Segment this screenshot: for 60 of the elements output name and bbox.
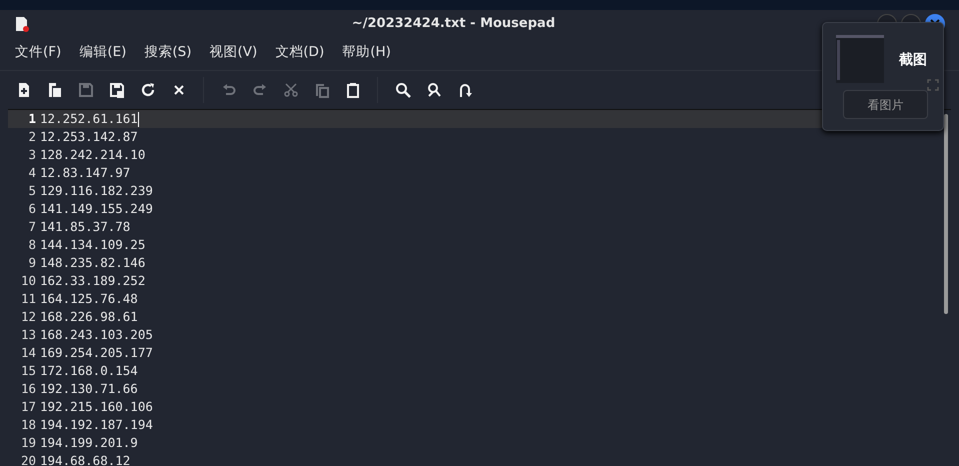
menu-item[interactable]: 搜索(S) — [135, 40, 200, 64]
text-area[interactable] — [8, 109, 951, 466]
text-line: 141.149.155.249 — [40, 200, 153, 218]
text-line: 141.85.37.78 — [40, 218, 130, 236]
line-number: 8 — [27, 236, 37, 254]
line-number: 1 — [27, 110, 37, 128]
text-line: 162.33.189.252 — [40, 272, 146, 290]
text-line: 169.254.205.177 — [40, 344, 153, 362]
text-line: 192.130.71.66 — [40, 380, 138, 398]
menu-item[interactable]: 文档(D) — [266, 40, 334, 64]
text-line: 12.253.142.87 — [40, 128, 138, 146]
menu-item[interactable]: 帮助(H) — [333, 40, 400, 64]
menu-item[interactable]: 视图(V) — [200, 40, 266, 64]
text-line: 168.243.103.205 — [40, 326, 153, 344]
text-line: 12.83.147.97 — [40, 164, 130, 182]
line-number: 6 — [27, 200, 37, 218]
copy-icon — [314, 82, 330, 98]
documents-icon — [46, 82, 62, 98]
line-number: 9 — [27, 254, 37, 272]
line-number: 18 — [20, 416, 37, 434]
find-replace-icon — [426, 82, 442, 98]
text-line: 192.215.160.106 — [40, 398, 153, 416]
view-image-button[interactable]: 看图片 — [843, 90, 928, 119]
text-line: 172.168.0.154 — [40, 362, 138, 380]
text-line: 194.192.187.194 — [40, 416, 153, 434]
line-number: 13 — [20, 326, 37, 344]
line-number: 17 — [20, 398, 37, 416]
line-number: 10 — [20, 272, 37, 290]
line-number: 11 — [20, 290, 37, 308]
text-line: 128.242.214.10 — [40, 146, 146, 164]
menu-item[interactable]: 文件(F) — [6, 40, 70, 64]
window-title: ~/20232424.txt - Mousepad — [350, 15, 556, 34]
text-line: 144.134.109.25 — [40, 236, 146, 254]
line-number: 5 — [27, 182, 37, 200]
line-number: 16 — [20, 380, 37, 398]
line-number: 14 — [20, 344, 37, 362]
text-cursor — [138, 112, 139, 127]
line-number: 15 — [20, 362, 37, 380]
popup-title: 截图 — [899, 51, 927, 70]
line-number: 3 — [27, 146, 37, 164]
line-number: 2 — [27, 128, 37, 146]
reload-icon — [140, 82, 156, 98]
line-number: 12 — [20, 308, 37, 326]
menu-item[interactable]: 编辑(E) — [70, 40, 136, 64]
text-line: 148.235.82.146 — [40, 254, 146, 272]
text-line: 168.226.98.61 — [40, 308, 138, 326]
clipboard-icon — [344, 82, 360, 98]
line-number: 20 — [20, 452, 37, 466]
text-line: 194.68.68.12 — [40, 452, 130, 466]
search-icon — [394, 82, 410, 98]
line-number: 19 — [20, 434, 37, 452]
screenshot-thumbnail[interactable] — [836, 35, 884, 83]
text-line: 164.125.76.48 — [40, 290, 138, 308]
text-line: 129.116.182.239 — [40, 182, 153, 200]
scissors-icon — [282, 82, 298, 98]
line-number: 7 — [27, 218, 37, 236]
document-icon — [14, 16, 30, 32]
text-line: 194.199.201.9 — [40, 434, 138, 452]
text-line: 12.252.61.161 — [40, 110, 138, 128]
line-number: 4 — [27, 164, 37, 182]
